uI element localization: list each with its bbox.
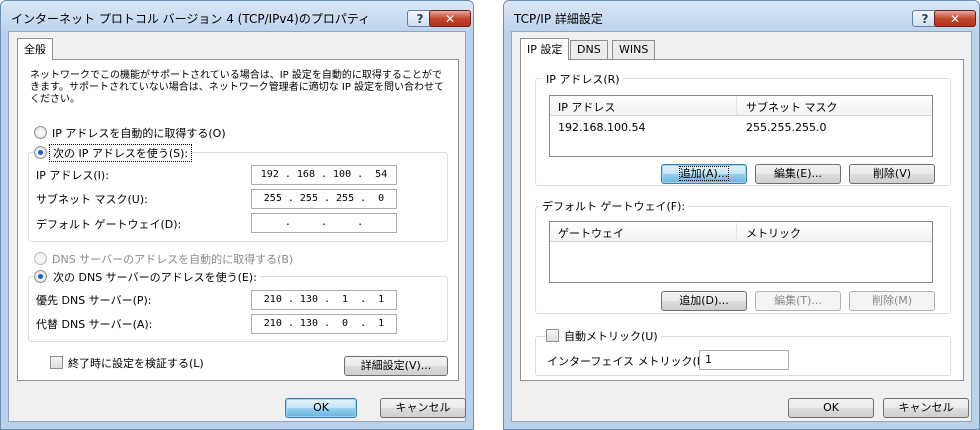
subnet-mask-field[interactable]: 255 . 255 . 255 . 0 — [251, 189, 397, 209]
gateway-list-header: ゲートウェイ メトリック — [550, 222, 932, 242]
ip-edit-button[interactable]: 編集(E)... — [755, 164, 841, 184]
gateway-list[interactable]: ゲートウェイ メトリック — [549, 221, 933, 283]
tcpip-advanced-window: TCP/IP 詳細設定 ? ✕ IP 設定 DNS WINS IP アドレス(R… — [503, 0, 980, 430]
column-separator[interactable] — [736, 223, 737, 241]
ip-delete-button[interactable]: 削除(V) — [849, 164, 935, 184]
validate-on-exit-checkbox[interactable] — [50, 356, 63, 369]
subnet-mask-label: サブネット マスク(U): — [36, 193, 148, 206]
dialog-client-area: IP 設定 DNS WINS IP アドレス(R) IP アドレス サブネット … — [511, 31, 972, 422]
column-separator[interactable] — [736, 97, 737, 115]
tab-general[interactable]: 全般 — [17, 38, 53, 60]
ok-button[interactable]: OK — [285, 398, 357, 418]
cancel-button[interactable]: キャンセル — [883, 398, 969, 418]
gateway-delete-button[interactable]: 削除(M) — [849, 291, 935, 311]
dns-manual-radio[interactable] — [34, 270, 47, 283]
ip-auto-radio[interactable] — [34, 126, 47, 139]
ip-list-header: IP アドレス サブネット マスク — [550, 96, 932, 116]
window-title: TCP/IP 詳細設定 — [514, 12, 603, 26]
interface-metric-input[interactable]: 1 — [699, 350, 789, 370]
tab-wins[interactable]: WINS — [612, 40, 656, 60]
default-gateway-field[interactable]: . . . — [251, 213, 397, 233]
ip-add-button-label: 追加(A)... — [678, 166, 730, 181]
general-tab-panel: ネットワークでこの機能がサポートされている場合は、IP 設定を自動的に取得するこ… — [17, 59, 459, 381]
title-bar[interactable]: TCP/IP 詳細設定 ? ✕ — [504, 1, 979, 31]
tab-ip-settings[interactable]: IP 設定 — [520, 38, 570, 60]
gateway-add-button[interactable]: 追加(D)... — [661, 291, 747, 311]
list-item-mask[interactable]: 255.255.255.0 — [746, 121, 826, 134]
preferred-dns-field[interactable]: 210 . 130 . 1 . 1 — [251, 290, 397, 310]
ip-settings-tab-panel: IP アドレス(R) IP アドレス サブネット マスク 192.168.100… — [520, 59, 964, 381]
column-subnet-mask[interactable]: サブネット マスク — [746, 99, 838, 115]
alternate-dns-field[interactable]: 210 . 130 . 0 . 1 — [251, 314, 397, 334]
dns-manual-label[interactable]: 次の DNS サーバーのアドレスを使う(E): — [50, 269, 260, 285]
ip-auto-label[interactable]: IP アドレスを自動的に取得する(O) — [52, 125, 226, 141]
ok-button[interactable]: OK — [788, 398, 874, 418]
column-metric[interactable]: メトリック — [746, 225, 801, 241]
ip-manual-radio[interactable] — [34, 146, 47, 159]
tab-dns[interactable]: DNS — [570, 40, 608, 60]
ip-add-button[interactable]: 追加(A)... — [661, 164, 747, 184]
advanced-settings-button[interactable]: 詳細設定(V)... — [344, 356, 448, 376]
alternate-dns-label: 代替 DNS サーバー(A): — [36, 318, 153, 331]
list-item-ip[interactable]: 192.168.100.54 — [558, 121, 645, 134]
cancel-button[interactable]: キャンセル — [380, 398, 466, 418]
ip-address-label: IP アドレス(I): — [36, 169, 109, 182]
column-gateway[interactable]: ゲートウェイ — [558, 225, 624, 241]
gateway-edit-button[interactable]: 編集(T)... — [755, 291, 841, 311]
ip-address-list[interactable]: IP アドレス サブネット マスク 192.168.100.54 255.255… — [549, 95, 933, 157]
auto-metric-checkbox[interactable] — [546, 329, 559, 342]
ip-address-field[interactable]: 192 . 168 . 100 . 54 — [251, 165, 397, 185]
window-title: インターネット プロトコル バージョン 4 (TCP/IPv4)のプロパティ — [11, 12, 371, 26]
close-button[interactable]: ✕ — [934, 10, 976, 27]
dialog-client-area: 全般 ネットワークでこの機能がサポートされている場合は、IP 設定を自動的に取得… — [8, 31, 466, 422]
preferred-dns-label: 優先 DNS サーバー(P): — [36, 294, 152, 307]
default-gateway-label: デフォルト ゲートウェイ(D): — [36, 218, 182, 231]
validate-on-exit-label[interactable]: 終了時に設定を検証する(L) — [68, 355, 204, 371]
gateway-group-label: デフォルト ゲートウェイ(F): — [539, 198, 689, 214]
close-button[interactable]: ✕ — [429, 10, 471, 27]
interface-metric-label: インターフェイス メトリック(N): — [547, 355, 714, 368]
ipv4-properties-window: インターネット プロトコル バージョン 4 (TCP/IPv4)のプロパティ ?… — [0, 0, 474, 430]
ip-manual-label[interactable]: 次の IP アドレスを使う(S): — [48, 144, 193, 162]
column-ip-address[interactable]: IP アドレス — [558, 99, 615, 115]
dns-auto-radio[interactable] — [34, 252, 47, 265]
auto-metric-label[interactable]: 自動メトリック(U) — [561, 328, 661, 344]
description-text: ネットワークでこの機能がサポートされている場合は、IP 設定を自動的に取得するこ… — [30, 70, 445, 105]
ip-address-group-label: IP アドレス(R) — [543, 71, 623, 87]
title-bar[interactable]: インターネット プロトコル バージョン 4 (TCP/IPv4)のプロパティ ?… — [1, 1, 473, 31]
dns-auto-label[interactable]: DNS サーバーのアドレスを自動的に取得する(B) — [52, 251, 293, 267]
